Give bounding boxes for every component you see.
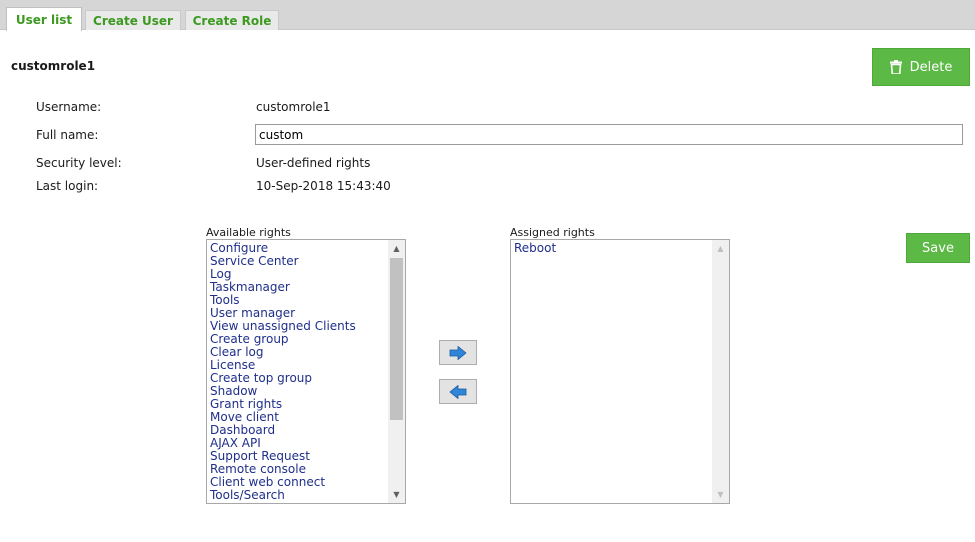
available-rights-caption: Available rights <box>206 226 291 239</box>
tab-create-user[interactable]: Create User <box>85 10 181 30</box>
assigned-rights-scrollbar[interactable]: ▲ ▼ <box>712 240 729 503</box>
scroll-thumb[interactable] <box>390 258 403 420</box>
tab-create-role[interactable]: Create Role <box>185 10 279 30</box>
fullname-label: Full name: <box>36 128 99 142</box>
assigned-rights-list[interactable]: Reboot ▲ ▼ <box>510 239 730 504</box>
last-login-label: Last login: <box>36 179 99 193</box>
assigned-rights-caption: Assigned rights <box>510 226 595 239</box>
arrow-right-icon <box>449 345 467 360</box>
username-label: Username: <box>36 100 102 114</box>
tab-user-list[interactable]: User list <box>6 7 82 31</box>
list-item[interactable]: Service Center <box>210 255 356 268</box>
security-level-label: Security level: <box>36 156 122 170</box>
list-item[interactable]: Tools/Search <box>210 489 356 502</box>
arrow-left-icon <box>449 384 467 399</box>
security-level-value: User-defined rights <box>256 156 371 170</box>
tab-bar: User list Create User Create Role <box>0 0 975 31</box>
page-title: customrole1 <box>11 59 96 73</box>
delete-label: Delete <box>909 59 953 75</box>
fullname-field[interactable] <box>255 124 963 145</box>
unassign-right-button[interactable] <box>439 379 477 404</box>
available-rights-list[interactable]: Configure Service Center Log Taskmanager Too… <box>206 239 406 504</box>
username-value: customrole1 <box>256 100 331 114</box>
scroll-up-icon[interactable]: ▲ <box>388 240 405 257</box>
save-button[interactable]: Save <box>906 233 970 263</box>
available-rights-items: Configure Service Center Log Taskmanager Too… <box>210 242 356 502</box>
delete-button[interactable]: Delete <box>872 48 970 86</box>
assigned-rights-items: Reboot <box>514 242 556 255</box>
last-login-value: 10-Sep-2018 15:43:40 <box>256 179 391 193</box>
trash-icon <box>889 60 902 74</box>
available-rights-scrollbar[interactable]: ▲ ▼ <box>388 240 405 503</box>
list-item[interactable]: Reboot <box>514 242 556 255</box>
assign-right-button[interactable] <box>439 340 477 365</box>
scroll-up-icon[interactable]: ▲ <box>712 240 729 257</box>
scroll-down-icon[interactable]: ▼ <box>388 486 405 503</box>
scroll-down-icon[interactable]: ▼ <box>712 486 729 503</box>
